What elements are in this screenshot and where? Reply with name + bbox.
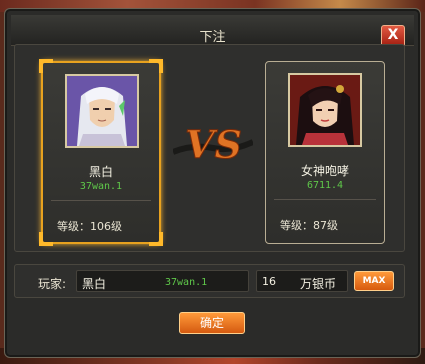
bet-amount-input[interactable] xyxy=(262,273,292,289)
divider xyxy=(274,199,376,200)
player-server-right: 6711.4 xyxy=(306,180,344,191)
max-button[interactable]: MAX xyxy=(354,271,394,291)
selection-corner xyxy=(149,59,163,73)
dialog-titlebar: 下注 X xyxy=(11,15,414,47)
confirm-button[interactable]: 确定 xyxy=(179,312,245,334)
close-icon: X xyxy=(387,27,399,43)
player-card-right[interactable]: 女神咆哮 6711.4 等级：87级 xyxy=(265,61,385,244)
dialog-title: 下注 xyxy=(199,30,226,45)
bet-unit-label: 万银币 xyxy=(300,277,337,291)
player-name-left: 黑白 xyxy=(88,165,113,179)
selection-corner xyxy=(39,232,53,246)
player-name-right: 女神咆哮 xyxy=(300,164,349,178)
player-level-left: 等级：106级 xyxy=(57,220,122,233)
player-portrait-left xyxy=(65,74,139,148)
vs-emblem-icon: VS xyxy=(171,118,255,170)
selected-player-name: 黑白 xyxy=(82,277,107,291)
divider xyxy=(51,200,151,201)
svg-text:VS: VS xyxy=(185,122,242,167)
player-label: 玩家: xyxy=(38,277,67,291)
selection-corner xyxy=(149,232,163,246)
selection-corner xyxy=(39,59,53,73)
selected-player-server: 37wan.1 xyxy=(165,277,208,288)
player-portrait-right xyxy=(288,73,362,147)
player-level-right: 等级：87级 xyxy=(280,219,338,232)
player-server-left: 37wan.1 xyxy=(79,181,123,192)
player-card-left[interactable]: 黑白 37wan.1 等级：106级 xyxy=(39,59,163,246)
